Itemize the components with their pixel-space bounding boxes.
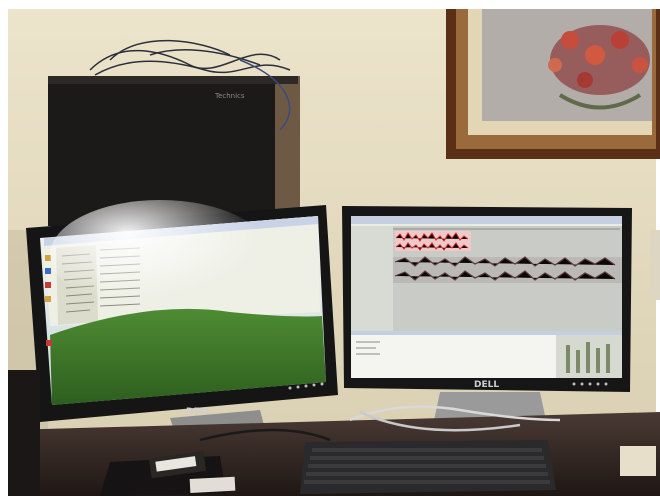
power-strip: [620, 446, 656, 476]
dark-object-left: [8, 370, 40, 496]
photo-scene: Technics DELL DELL: [0, 0, 660, 496]
wall-device-right: [650, 230, 660, 300]
speaker-brand: Technics: [214, 92, 245, 100]
left-monitor: DELL: [26, 200, 338, 422]
right-monitor: DELL: [342, 206, 632, 392]
framed-painting: [446, 9, 660, 159]
right-monitor-brand: DELL: [474, 380, 499, 390]
keyboard: [300, 440, 556, 494]
